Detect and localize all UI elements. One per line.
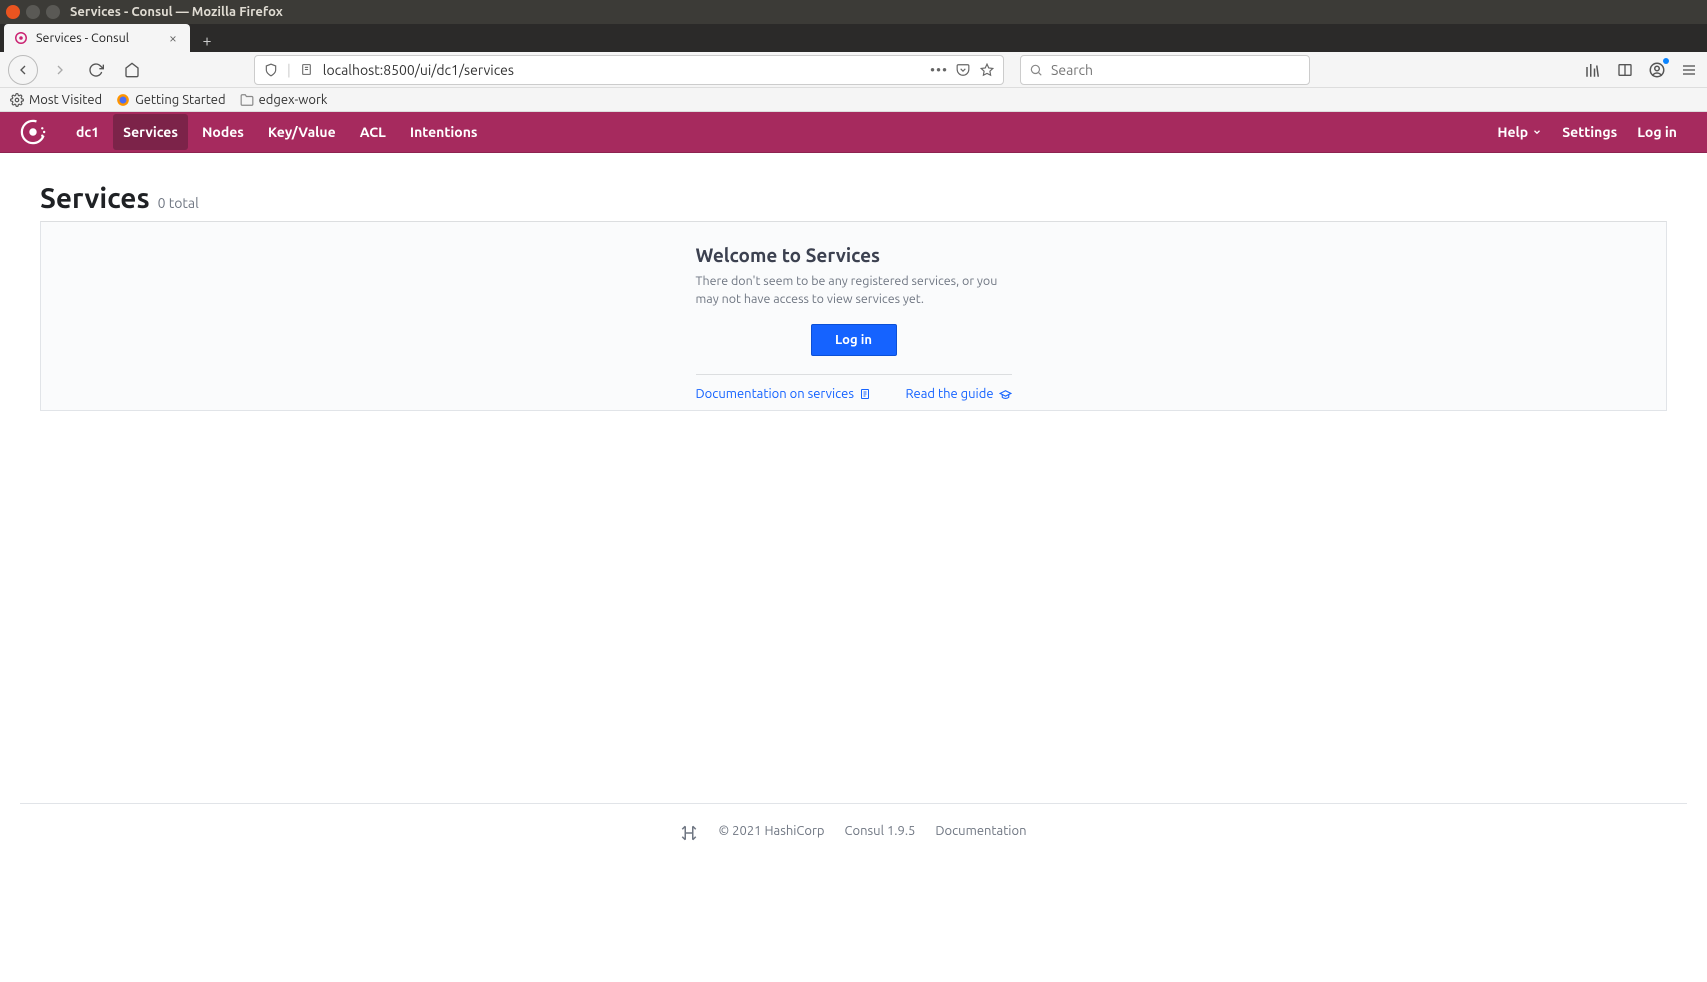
search-bar[interactable]: [1020, 55, 1310, 85]
empty-login-button[interactable]: Log in: [811, 324, 897, 356]
page-body: Services 0 total Welcome to Services The…: [0, 153, 1707, 441]
empty-body: There don't seem to be any registered se…: [696, 272, 1012, 308]
bookmark-edgex-work[interactable]: edgex-work: [240, 93, 328, 107]
guide-link[interactable]: Read the guide: [905, 387, 1011, 401]
nav-datacenter[interactable]: dc1: [66, 114, 109, 150]
nav-services[interactable]: Services: [113, 114, 188, 150]
os-titlebar: Services - Consul — Mozilla Firefox: [0, 0, 1707, 24]
nav-key-value[interactable]: Key/Value: [258, 114, 346, 150]
nav-settings[interactable]: Settings: [1552, 116, 1627, 148]
consul-footer: © 2021 HashiCorp Consul 1.9.5 Documentat…: [20, 803, 1687, 842]
url-text: localhost:8500/ui/dc1/services: [323, 62, 923, 78]
firefox-icon: [116, 93, 130, 107]
folder-icon: [240, 93, 254, 107]
bookmark-label: edgex-work: [259, 93, 328, 107]
browser-toolbar: | localhost:8500/ui/dc1/services •••: [0, 52, 1707, 88]
browser-tab[interactable]: Services - Consul ×: [4, 24, 190, 52]
consul-logo-icon[interactable]: [20, 119, 46, 145]
tab-strip: Services - Consul × +: [0, 24, 1707, 52]
sidebar-icon[interactable]: [1615, 60, 1635, 80]
pocket-icon[interactable]: [955, 62, 971, 78]
nav-help[interactable]: Help: [1487, 116, 1552, 148]
bookmark-most-visited[interactable]: Most Visited: [10, 93, 102, 107]
footer-copyright[interactable]: © 2021 HashiCorp: [718, 824, 824, 842]
bookmark-getting-started[interactable]: Getting Started: [116, 93, 225, 107]
window-title: Services - Consul — Mozilla Firefox: [70, 5, 283, 19]
empty-state-box: Welcome to Services There don't seem to …: [696, 244, 1012, 410]
nav-intentions[interactable]: Intentions: [400, 114, 488, 150]
window-minimize-button[interactable]: [26, 5, 40, 19]
footer-docs[interactable]: Documentation: [935, 824, 1026, 842]
consul-favicon-icon: [14, 31, 28, 45]
window-close-button[interactable]: [6, 5, 20, 19]
page-count: 0 total: [158, 195, 199, 211]
footer-version[interactable]: Consul 1.9.5: [845, 824, 916, 842]
window-maximize-button[interactable]: [46, 5, 60, 19]
shield-icon[interactable]: [263, 62, 279, 78]
tab-title: Services - Consul: [36, 31, 158, 45]
page-title: Services: [40, 183, 150, 214]
bookmark-star-icon[interactable]: [979, 62, 995, 78]
gear-icon: [10, 93, 24, 107]
account-icon[interactable]: [1647, 60, 1667, 80]
nav-acl[interactable]: ACL: [350, 114, 396, 150]
bookmarks-bar: Most Visited Getting Started edgex-work: [0, 88, 1707, 112]
search-input[interactable]: [1051, 62, 1301, 78]
home-button[interactable]: [118, 56, 146, 84]
back-button[interactable]: [8, 55, 38, 85]
url-bar[interactable]: | localhost:8500/ui/dc1/services •••: [254, 55, 1004, 85]
new-tab-button[interactable]: +: [196, 30, 218, 52]
site-info-icon[interactable]: [299, 62, 315, 78]
bookmark-label: Most Visited: [29, 93, 102, 107]
window-controls: [6, 5, 60, 19]
docs-link[interactable]: Documentation on services: [696, 387, 871, 401]
reload-button[interactable]: [82, 56, 110, 84]
page-title-row: Services 0 total: [40, 183, 1667, 220]
page-actions-icon[interactable]: •••: [931, 62, 947, 78]
hashicorp-logo-icon: [680, 824, 698, 842]
forward-button[interactable]: [46, 56, 74, 84]
doc-links: Documentation on services Read the guide: [696, 374, 1012, 401]
empty-state-pane: Welcome to Services There don't seem to …: [40, 221, 1667, 411]
menu-icon[interactable]: [1679, 60, 1699, 80]
search-icon: [1029, 63, 1043, 77]
learn-icon: [999, 388, 1012, 401]
nav-login[interactable]: Log in: [1627, 116, 1687, 148]
document-icon: [859, 388, 871, 400]
chevron-down-icon: [1532, 127, 1542, 137]
library-icon[interactable]: [1583, 60, 1603, 80]
nav-nodes[interactable]: Nodes: [192, 114, 254, 150]
empty-heading: Welcome to Services: [696, 244, 1012, 266]
consul-nav: dc1 Services Nodes Key/Value ACL Intenti…: [0, 112, 1707, 153]
bookmark-label: Getting Started: [135, 93, 225, 107]
tab-close-icon[interactable]: ×: [166, 31, 180, 45]
